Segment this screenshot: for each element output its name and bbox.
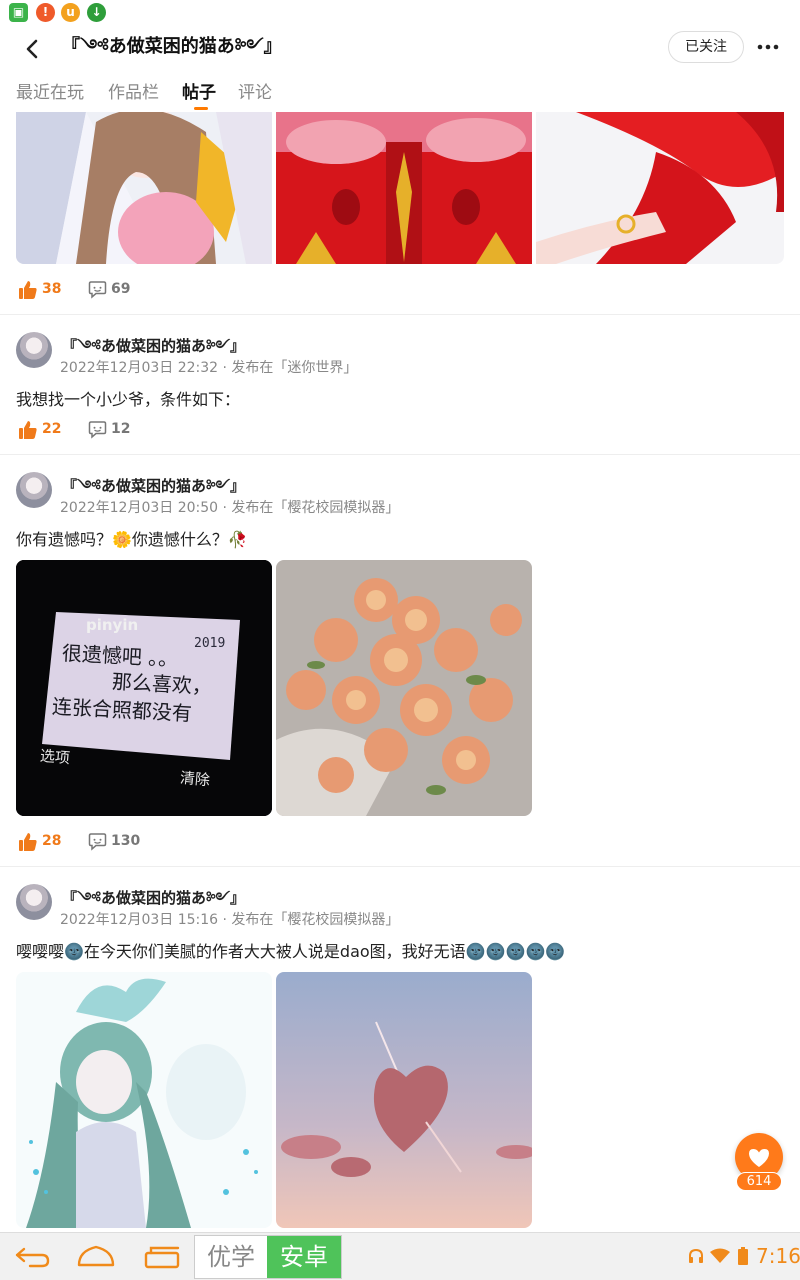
system-nav-bar: 优学 安卓 7:16: [0, 1232, 800, 1280]
post-image-red-dress[interactable]: [536, 112, 784, 264]
post-meta: 2022年12月03日 15:16 · 发布在「樱花校园模拟器」: [60, 912, 400, 928]
follow-button[interactable]: 已关注: [668, 31, 744, 63]
uc-notification-icon: u: [61, 3, 80, 22]
comment-count: 12: [111, 421, 131, 437]
ime-option-anzhuo[interactable]: 安卓: [267, 1236, 341, 1278]
profile-tabs: 最近在玩 作品栏 帖子 评论: [0, 74, 800, 112]
post-image-roses[interactable]: [276, 560, 532, 816]
floating-like-count: 614: [736, 1172, 782, 1191]
comment-icon[interactable]: [88, 832, 107, 851]
phone-year-text: 2019: [194, 636, 226, 651]
alert-notification-icon: !: [36, 3, 55, 22]
tab-works[interactable]: 作品栏: [108, 78, 159, 103]
comment-icon[interactable]: [88, 420, 107, 439]
status-bar: ▣ ! u ↓: [0, 0, 800, 26]
post-text[interactable]: 你有遗憾吗？🌼你遗憾什么？🥀: [16, 526, 248, 550]
post-actions: 28 130: [16, 830, 216, 854]
author-avatar[interactable]: [16, 884, 52, 920]
ime-option-youxue[interactable]: 优学: [195, 1236, 267, 1278]
tab-comments[interactable]: 评论: [238, 78, 272, 103]
post-image-anime-girl-pink[interactable]: [16, 112, 272, 264]
tab-recently-played[interactable]: 最近在玩: [16, 78, 84, 103]
post-image-heart-cloud[interactable]: [276, 972, 532, 1228]
phone-softkey-right: 清除: [179, 768, 211, 790]
post-divider: [0, 454, 800, 455]
posts-feed[interactable]: 38 69 『༺あ做菜困的猫あ༻』 2022年12月03日 22:32 · 发布…: [0, 112, 800, 1232]
phone-brand-text: pinyin: [86, 616, 139, 634]
more-options-icon[interactable]: [756, 38, 780, 56]
wifi-icon: [710, 1248, 730, 1263]
gallery-notification-icon: ▣: [9, 3, 28, 22]
like-count: 22: [42, 421, 62, 437]
post-text[interactable]: 我想找一个小少爷，条件如下：: [16, 386, 240, 410]
post-image-red-festival[interactable]: [276, 112, 532, 264]
headset-icon: [689, 1248, 703, 1263]
post-actions: 38 69: [16, 278, 216, 302]
thumbs-up-icon[interactable]: [18, 280, 38, 300]
comment-count: 130: [111, 833, 141, 849]
thumbs-up-icon[interactable]: [18, 420, 38, 440]
home-nav-icon[interactable]: [76, 1243, 116, 1271]
tab-posts[interactable]: 帖子: [182, 78, 216, 103]
download-notification-icon: ↓: [87, 3, 106, 22]
phone-softkey-left: 选项: [39, 746, 71, 768]
page-title: 『༺あ做菜困的猫あ༻』: [62, 36, 282, 57]
post-divider: [0, 866, 800, 867]
back-nav-icon[interactable]: [12, 1243, 52, 1271]
back-arrow-icon[interactable]: [18, 34, 48, 64]
recent-apps-nav-icon[interactable]: [142, 1243, 182, 1271]
post-image-phone-screen[interactable]: pinyin 2019 很遗憾吧 。。 那么喜欢， 连张合照都没有 选项 清除: [16, 560, 272, 816]
post-meta: 2022年12月03日 20:50 · 发布在「樱花校园模拟器」: [60, 500, 400, 516]
comment-count: 69: [111, 281, 131, 297]
input-method-switch[interactable]: 优学 安卓: [194, 1235, 342, 1279]
author-avatar[interactable]: [16, 472, 52, 508]
post-text[interactable]: 嘤嘤嘤🌚在今天你们美腻的作者大大被人说是dao图，我好无语🌚🌚🌚🌚🌚: [16, 938, 565, 962]
comment-icon[interactable]: [88, 280, 107, 299]
post-image-anime-girl-teal[interactable]: [16, 972, 272, 1228]
post-meta: 2022年12月03日 22:32 · 发布在「迷你世界」: [60, 360, 358, 376]
app-screen: ▣ ! u ↓ 『༺あ做菜困的猫あ༻』 已关注 最近在玩 作品栏 帖子 评论 3…: [0, 0, 800, 1280]
thumbs-up-icon[interactable]: [18, 832, 38, 852]
active-tab-indicator: [194, 107, 208, 110]
author-avatar[interactable]: [16, 332, 52, 368]
top-bar: 『༺あ做菜困的猫あ༻』 已关注: [0, 26, 800, 70]
battery-icon: [738, 1247, 748, 1265]
post-actions: 22 12: [16, 418, 216, 442]
like-count: 28: [42, 833, 62, 849]
like-count: 38: [42, 281, 62, 297]
post-divider: [0, 314, 800, 315]
status-clock: 7:16: [756, 1244, 800, 1268]
